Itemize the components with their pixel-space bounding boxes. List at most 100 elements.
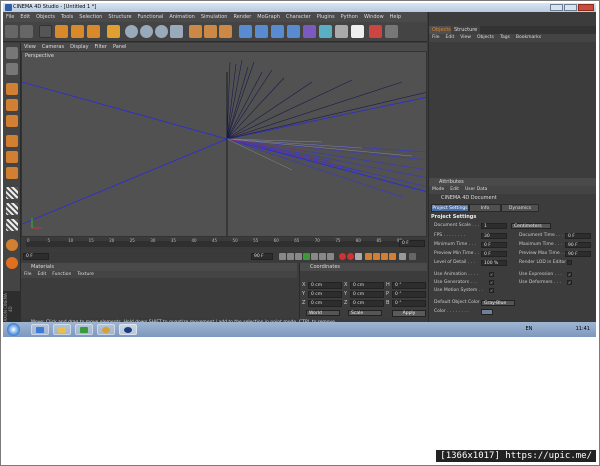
prev-key-icon[interactable] <box>287 253 294 260</box>
redo-icon[interactable] <box>20 25 33 38</box>
close-button[interactable] <box>578 4 594 11</box>
edges-mode-icon[interactable] <box>6 151 18 163</box>
goto-end-icon[interactable] <box>327 253 334 260</box>
tab-structure[interactable]: Structure <box>451 26 481 34</box>
rot-h-field[interactable]: 0 ° <box>392 282 426 289</box>
document-scale-field[interactable]: 1 <box>481 223 507 229</box>
menu-python[interactable]: Python <box>338 12 361 22</box>
sculpt-icon[interactable] <box>6 239 18 251</box>
python-generator-icon[interactable] <box>369 25 382 38</box>
scale-key-icon[interactable] <box>373 253 380 260</box>
default-object-color-dropdown[interactable]: Gray-Blue <box>481 300 515 306</box>
document-unit-dropdown[interactable]: Centimeters <box>511 223 551 229</box>
start-button[interactable] <box>7 323 20 336</box>
coord-mode-dropdown[interactable]: World <box>306 310 340 316</box>
rot-p-field[interactable]: 0 ° <box>392 291 426 298</box>
menu-character[interactable]: Character <box>283 12 314 22</box>
snap-icon[interactable] <box>6 219 18 231</box>
menu-objects[interactable]: Objects <box>33 12 58 22</box>
clock[interactable]: 11:41 <box>576 326 590 332</box>
maximize-button[interactable] <box>564 4 577 11</box>
point-level-icon[interactable] <box>399 253 406 260</box>
level-of-detail-field[interactable]: 100 % <box>481 260 507 266</box>
world-coords-icon[interactable] <box>170 25 183 38</box>
menu-window[interactable]: Window <box>361 12 387 22</box>
objects-menu-bookmarks[interactable]: Bookmarks <box>513 34 544 42</box>
keyframe-selection-icon[interactable] <box>355 253 362 260</box>
undo-icon[interactable] <box>5 25 18 38</box>
tab-project-settings[interactable]: Project Settings <box>431 204 469 212</box>
tweak-mode-icon[interactable] <box>6 203 18 215</box>
tab-info[interactable]: Info <box>469 204 501 212</box>
camera-icon[interactable] <box>335 25 348 38</box>
end-frame-field[interactable]: 90 F <box>251 253 273 260</box>
use-deformers-checkbox[interactable]: ✓ <box>567 280 572 285</box>
render-settings-icon[interactable] <box>219 25 232 38</box>
menu-selection[interactable]: Selection <box>76 12 105 22</box>
taskbar-cinema4d-button[interactable] <box>119 324 137 335</box>
array-icon[interactable] <box>287 25 300 38</box>
pos-x-field[interactable]: 0 cm <box>308 282 342 289</box>
objects-menu-tags[interactable]: Tags <box>497 34 513 42</box>
position-key-icon[interactable] <box>365 253 372 260</box>
menu-animation[interactable]: Animation <box>166 12 198 22</box>
menu-plugins[interactable]: Plugins <box>314 12 338 22</box>
attributes-menu-edit[interactable]: Edit <box>447 186 462 194</box>
rotation-key-icon[interactable] <box>381 253 388 260</box>
use-expression-checkbox[interactable]: ✓ <box>567 272 572 277</box>
next-key-icon[interactable] <box>319 253 326 260</box>
coord-size-dropdown[interactable]: Scale <box>348 310 382 316</box>
menu-help[interactable]: Help <box>387 12 404 22</box>
menu-mograph[interactable]: MoGraph <box>254 12 283 22</box>
language-indicator[interactable]: EN <box>525 326 532 332</box>
paint-icon[interactable] <box>6 257 18 269</box>
minimum-time-field[interactable]: 0 F <box>481 242 507 248</box>
parameter-key-icon[interactable] <box>389 253 396 260</box>
size-z-field[interactable]: 0 cm <box>350 300 384 307</box>
objects-menu-view[interactable]: View <box>457 34 474 42</box>
menu-file[interactable]: File <box>3 12 17 22</box>
menu-structure[interactable]: Structure <box>105 12 134 22</box>
z-axis-icon[interactable] <box>155 25 168 38</box>
color-swatch[interactable] <box>481 309 493 315</box>
model-mode-icon[interactable] <box>6 63 18 75</box>
materials-menu-function[interactable]: Function <box>49 271 74 278</box>
play-icon[interactable] <box>303 253 310 260</box>
layout-icon[interactable] <box>385 25 398 38</box>
objects-menu-edit[interactable]: Edit <box>443 34 458 42</box>
rot-b-field[interactable]: 0 ° <box>392 300 426 307</box>
timeline-menu-icon[interactable] <box>409 253 416 260</box>
texture-mode-icon[interactable] <box>6 99 18 111</box>
tab-dynamics[interactable]: Dynamics <box>501 204 539 212</box>
nurbs-icon[interactable] <box>271 25 284 38</box>
points-mode-icon[interactable] <box>6 135 18 147</box>
objects-menu-objects[interactable]: Objects <box>474 34 497 42</box>
scene-icon[interactable] <box>319 25 332 38</box>
perspective-viewport[interactable]: Perspective <box>21 51 427 237</box>
preview-min-time-field[interactable]: 0 F <box>481 251 507 257</box>
menu-functional[interactable]: Functional <box>135 12 167 22</box>
apply-button[interactable]: Apply <box>392 310 426 317</box>
menu-tools[interactable]: Tools <box>58 12 76 22</box>
select-arrow-icon[interactable] <box>39 25 52 38</box>
objects-menu-file[interactable]: File <box>429 34 443 42</box>
rotate-tool-icon[interactable] <box>87 25 100 38</box>
menu-edit[interactable]: Edit <box>17 12 33 22</box>
use-animation-checkbox[interactable]: ✓ <box>489 272 494 277</box>
object-mode-icon[interactable] <box>6 83 18 95</box>
viewport-menu-filter[interactable]: Filter <box>92 43 110 51</box>
next-frame-icon[interactable] <box>311 253 318 260</box>
pos-z-field[interactable]: 0 cm <box>308 300 342 307</box>
prev-frame-icon[interactable] <box>295 253 302 260</box>
make-editable-icon[interactable] <box>6 47 18 59</box>
menu-simulation[interactable]: Simulation <box>198 12 231 22</box>
preview-max-time-field[interactable]: 90 F <box>565 251 591 257</box>
maximum-time-field[interactable]: 90 F <box>565 242 591 248</box>
taskbar-ie-button[interactable] <box>31 324 49 335</box>
autokey-icon[interactable] <box>347 253 354 260</box>
timeline[interactable]: 051015202530354045505560657075808590 0 F <box>21 238 427 250</box>
render-view-icon[interactable] <box>189 25 202 38</box>
recent-tool-icon[interactable] <box>107 25 120 38</box>
cube-icon[interactable] <box>239 25 252 38</box>
viewport-menu-panel[interactable]: Panel <box>110 43 130 51</box>
